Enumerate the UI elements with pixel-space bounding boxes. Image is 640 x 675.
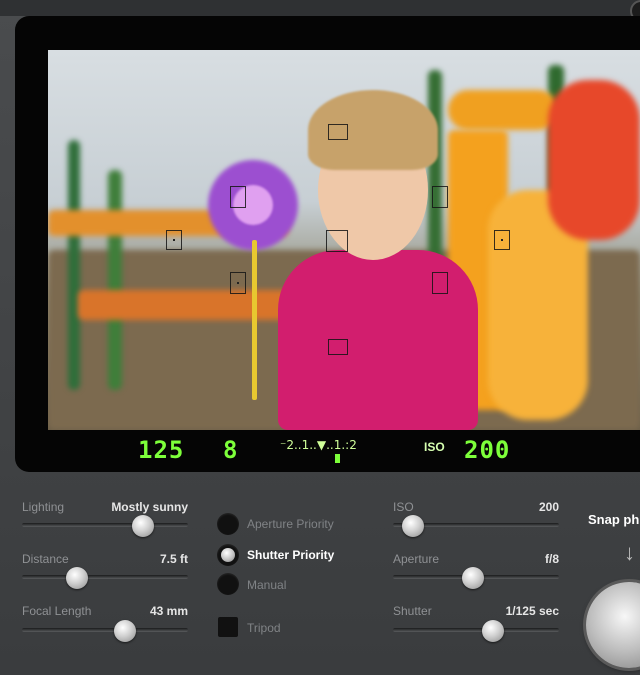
lighting-slider-knob[interactable] bbox=[132, 515, 155, 537]
af-point-top bbox=[328, 124, 348, 140]
lighting-label: Lighting bbox=[22, 500, 65, 514]
exposure-meter-scale: ⁻2..1..▼..1.:2 bbox=[280, 438, 357, 452]
curved-arrow-icon: ↓ bbox=[624, 540, 635, 565]
shutter-priority-label[interactable]: Shutter Priority bbox=[247, 548, 334, 562]
exposure-meter: ⁻2..1..▼..1.:2 bbox=[280, 438, 395, 468]
af-point-upper-right bbox=[432, 186, 448, 208]
top-bar bbox=[0, 0, 640, 16]
aperture-readout: 8 bbox=[223, 436, 239, 464]
af-point-right bbox=[494, 230, 510, 250]
manual-radio[interactable] bbox=[217, 573, 239, 595]
aperture-value: f/8 bbox=[544, 552, 559, 566]
shutter-slider-knob[interactable] bbox=[481, 620, 504, 642]
focal-length-value: 43 mm bbox=[149, 604, 188, 618]
af-point-upper-left bbox=[230, 186, 246, 208]
focal-length-slider-knob[interactable] bbox=[113, 620, 136, 642]
tripod-checkbox[interactable] bbox=[218, 617, 238, 637]
shutter-slider-track[interactable] bbox=[393, 628, 559, 632]
shutter-speed-readout: 125 bbox=[138, 436, 185, 464]
aperture-slider-knob[interactable] bbox=[461, 567, 484, 589]
af-point-center bbox=[326, 230, 348, 252]
aperture-label: Aperture bbox=[393, 552, 440, 566]
shutter-label: Shutter bbox=[393, 604, 432, 618]
lighting-slider-track[interactable] bbox=[22, 523, 188, 527]
lighting-value: Mostly sunny bbox=[111, 500, 188, 514]
shutter-value: 1/125 sec bbox=[505, 604, 559, 618]
aperture-priority-label[interactable]: Aperture Priority bbox=[247, 517, 334, 531]
snap-photo-button[interactable] bbox=[586, 582, 640, 668]
af-point-left bbox=[166, 230, 182, 250]
af-point-lower-left bbox=[230, 272, 246, 294]
shutter-priority-radio[interactable] bbox=[217, 544, 239, 566]
af-point-bottom bbox=[328, 339, 348, 355]
iso-value: 200 bbox=[538, 500, 559, 514]
exposure-meter-indicator bbox=[335, 454, 340, 463]
focal-length-slider-track[interactable] bbox=[22, 628, 188, 632]
iso-slider-knob[interactable] bbox=[401, 515, 424, 537]
manual-label[interactable]: Manual bbox=[247, 578, 286, 592]
distance-slider-track[interactable] bbox=[22, 575, 188, 579]
iso-readout-label: ISO bbox=[424, 440, 445, 454]
viewfinder-photo bbox=[48, 50, 640, 430]
aperture-priority-radio[interactable] bbox=[217, 513, 239, 535]
af-point-lower-right bbox=[432, 272, 448, 294]
focal-length-label: Focal Length bbox=[22, 604, 92, 618]
iso-label: ISO bbox=[393, 500, 414, 514]
distance-slider-knob[interactable] bbox=[65, 567, 88, 589]
distance-value: 7.5 ft bbox=[159, 552, 188, 566]
tripod-label[interactable]: Tripod bbox=[247, 621, 281, 635]
distance-label: Distance bbox=[22, 552, 69, 566]
snap-photo-title: Snap ph bbox=[588, 512, 640, 527]
iso-readout: 200 bbox=[464, 436, 511, 464]
